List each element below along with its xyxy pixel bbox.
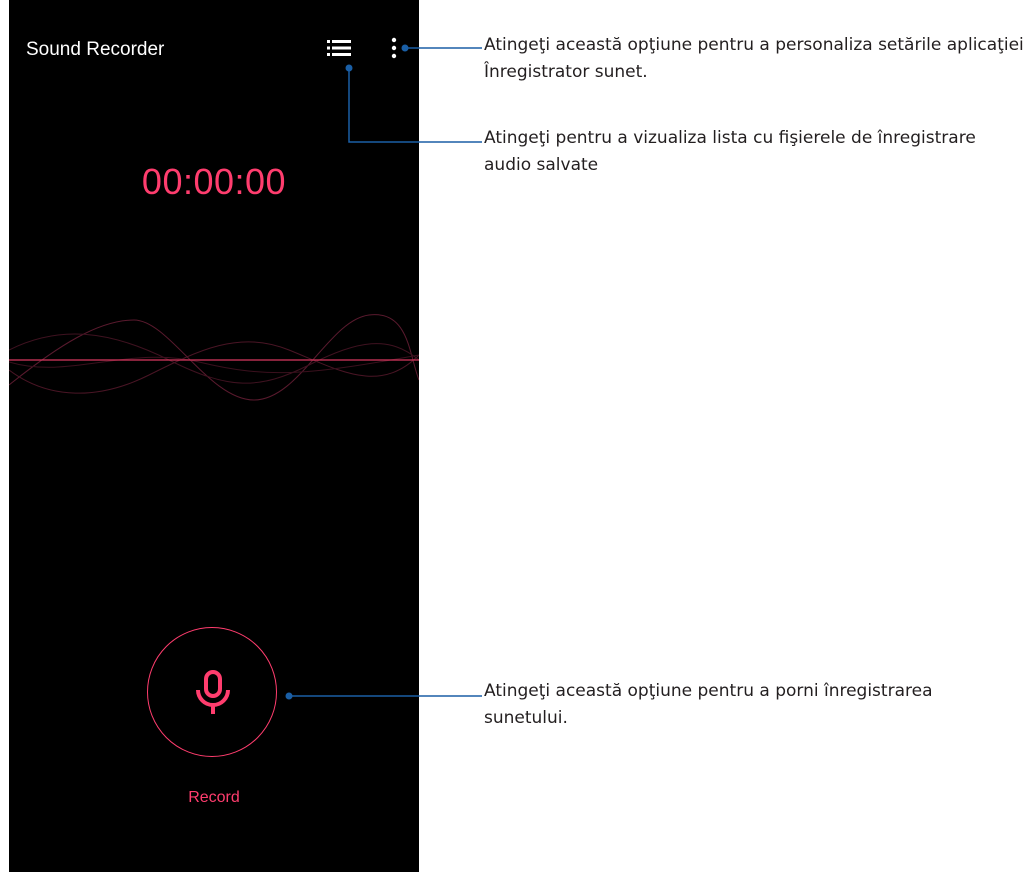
phone-screen: Sound Recorder 00:00:00 Record bbox=[9, 0, 419, 872]
list-annotation: Atingeţi pentru a vizualiza lista cu fiş… bbox=[484, 128, 976, 175]
audio-waveform bbox=[9, 314, 419, 401]
record-button[interactable] bbox=[147, 627, 277, 757]
settings-annotation: Atingeţi această opţiune pentru a person… bbox=[484, 35, 1024, 82]
recording-timer: 00:00:00 bbox=[141, 161, 287, 202]
more-vert-icon[interactable] bbox=[385, 36, 403, 60]
list-icon[interactable] bbox=[327, 36, 351, 60]
record-annotation: Atingeţi această opţiune pentru a porni … bbox=[484, 681, 933, 728]
microphone-icon bbox=[196, 670, 230, 714]
app-title: Sound Recorder bbox=[26, 39, 165, 60]
record-label: Record bbox=[188, 789, 240, 806]
